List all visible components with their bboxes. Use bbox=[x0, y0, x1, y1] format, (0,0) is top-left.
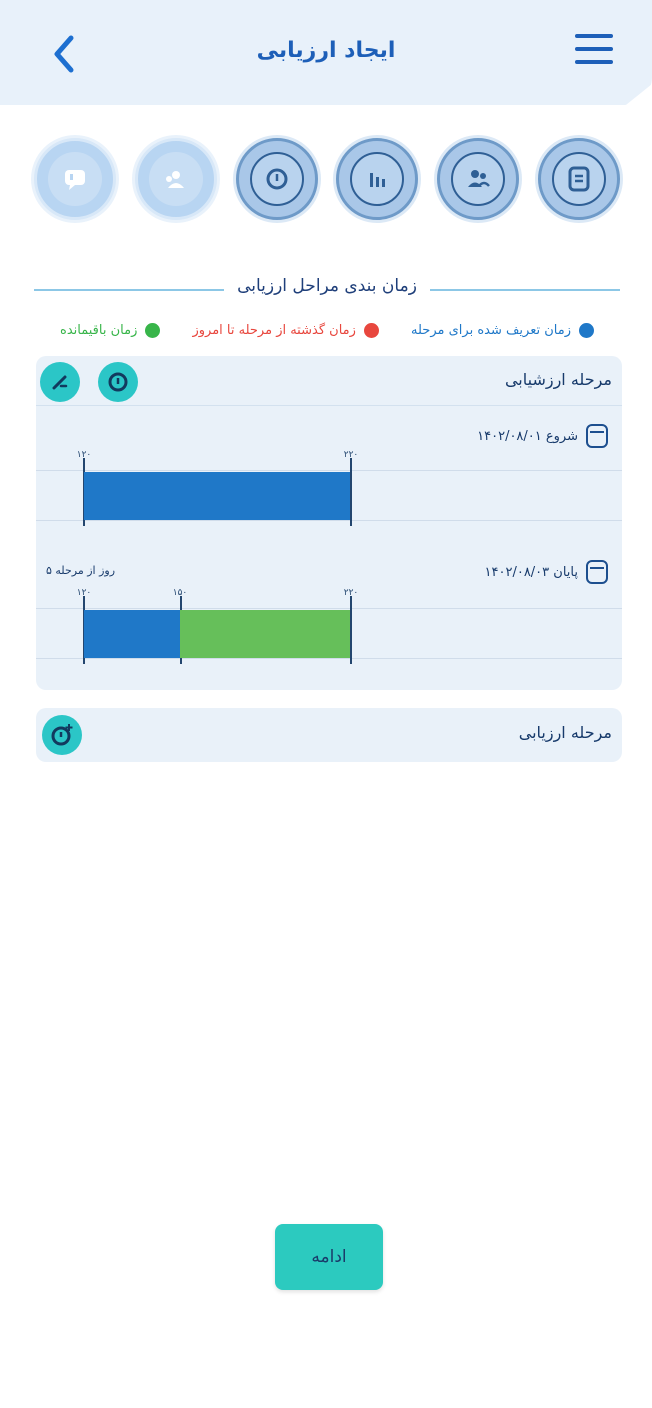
page-title: ایجاد ارزیابی bbox=[256, 38, 396, 63]
step-6[interactable] bbox=[34, 138, 117, 220]
hamburger-menu-button[interactable] bbox=[572, 34, 616, 74]
bar-chart-icon bbox=[370, 173, 386, 187]
stage-row-label: پایان ۱۴۰۲/۰۸/۰۳ bbox=[485, 560, 608, 584]
legend-dot bbox=[145, 322, 161, 338]
timeline-bar-segment bbox=[179, 610, 350, 658]
app-header: ایجاد ارزیابی bbox=[0, 0, 652, 105]
clock-icon bbox=[108, 372, 128, 392]
step-4[interactable] bbox=[235, 138, 318, 220]
stage-row-label: شروع ۱۴۰۲/۰۸/۰۱ bbox=[477, 424, 608, 448]
step-2[interactable] bbox=[437, 138, 520, 220]
legend-label: زمان باقیمانده bbox=[60, 322, 138, 338]
legend-dot bbox=[579, 322, 594, 338]
legend-dot bbox=[363, 322, 379, 338]
section-title: زمان بندی مراحل ارزیابی bbox=[225, 276, 429, 296]
stage-add-time-button[interactable] bbox=[42, 715, 82, 755]
legend-label: زمان گذشته از مرحله تا امروز bbox=[192, 322, 356, 338]
stage-edit-button[interactable] bbox=[40, 362, 80, 402]
legend-item-remaining: زمان باقیمانده bbox=[60, 318, 161, 342]
calendar-icon bbox=[586, 560, 608, 584]
users-icon bbox=[468, 170, 491, 187]
step-indicator bbox=[34, 138, 620, 224]
clock-add-icon bbox=[51, 724, 73, 746]
edit-icon bbox=[52, 375, 68, 390]
back-button[interactable] bbox=[40, 30, 88, 78]
stage-bar-row: ۱۲۰ ۱۵۰ ۲۲۰ bbox=[36, 588, 622, 668]
stage-title: مرحله ارزشیابی bbox=[504, 370, 612, 389]
document-list-icon bbox=[568, 166, 590, 192]
timeline-bar-segment bbox=[84, 472, 350, 520]
legend: زمان تعریف شده برای مرحله زمان گذشته از … bbox=[60, 318, 594, 342]
stage-title: مرحله ارزیابی bbox=[518, 723, 612, 742]
legend-item-defined: زمان تعریف شده برای مرحله bbox=[411, 318, 594, 342]
stage-clock-button[interactable] bbox=[98, 362, 138, 402]
legend-label: زمان تعریف شده برای مرحله bbox=[411, 322, 571, 338]
bar-track bbox=[84, 610, 350, 658]
timeline-bar-segment bbox=[84, 610, 180, 658]
stage-card: مرحله ارزشیابی شروع ۱۴۰۲/۰۸/۰۱ ۱۲۰ ۲۲۰ ۵… bbox=[36, 356, 622, 690]
hamburger-menu-icon bbox=[575, 34, 613, 38]
step-5[interactable] bbox=[134, 138, 217, 220]
stage-bar-row: ۱۲۰ ۲۲۰ bbox=[36, 450, 622, 530]
calendar-icon bbox=[586, 424, 608, 448]
section-header: زمان بندی مراحل ارزیابی bbox=[34, 274, 620, 304]
bar-track bbox=[84, 472, 350, 520]
step-1[interactable] bbox=[538, 138, 620, 220]
chat-icon bbox=[65, 170, 86, 190]
stage-card-header: مرحله ارزشیابی bbox=[36, 356, 622, 406]
row-note: ۵ روز از مرحله bbox=[46, 564, 116, 577]
legend-item-elapsed: زمان گذشته از مرحله تا امروز bbox=[192, 318, 379, 342]
user-group-icon bbox=[165, 171, 184, 188]
chevron-left-icon bbox=[54, 35, 74, 73]
stage-card: مرحله ارزیابی bbox=[36, 708, 622, 762]
continue-button[interactable]: ادامه bbox=[275, 1224, 383, 1290]
step-3[interactable] bbox=[336, 138, 419, 220]
clock-icon bbox=[266, 168, 288, 190]
